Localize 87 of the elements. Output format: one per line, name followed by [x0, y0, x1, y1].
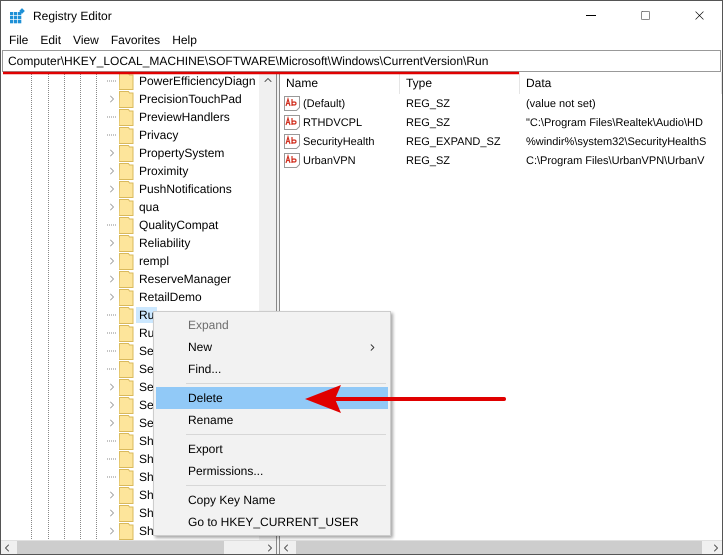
- tree-item[interactable]: PowerEfficiencyDiagn: [136, 73, 259, 89]
- menu-item[interactable]: Edit: [34, 33, 68, 47]
- tree-item[interactable]: Se: [136, 361, 157, 377]
- tree-item[interactable]: PushNotifications: [136, 181, 235, 197]
- value-data: %windir%\system32\SecurityHealthS: [525, 136, 708, 148]
- tree-item[interactable]: Reliability: [136, 235, 194, 251]
- string-value-icon: [284, 96, 300, 111]
- tree-item[interactable]: Se: [136, 415, 157, 431]
- tree-item[interactable]: Sh: [136, 487, 157, 503]
- tree-item[interactable]: Sh: [136, 451, 157, 467]
- folder-icon: [119, 288, 134, 306]
- horizontal-scrollbar[interactable]: [280, 540, 722, 554]
- value-data: (value not set): [525, 98, 597, 110]
- folder-icon: [119, 198, 134, 216]
- value-data: C:\Program Files\UrbanVPN\UrbanV: [525, 154, 706, 166]
- address-field[interactable]: Computer\HKEY_LOCAL_MACHINE\SOFTWARE\Microsoft\Windows\CurrentVersion\Run: [2, 50, 721, 72]
- tree-item[interactable]: PrecisionTouchPad: [136, 91, 245, 107]
- window-title: Registry Editor: [33, 8, 113, 22]
- column-header[interactable]: Type: [400, 72, 520, 94]
- tree-item[interactable]: Privacy: [136, 127, 182, 143]
- string-value-icon: [284, 153, 300, 168]
- folder-icon: [119, 234, 134, 252]
- folder-icon: [119, 360, 134, 378]
- menu-item[interactable]: Rename: [156, 409, 388, 431]
- tree-item[interactable]: Se: [136, 397, 157, 413]
- string-value-icon: [284, 134, 300, 149]
- folder-icon: [119, 396, 134, 414]
- menu-item[interactable]: Permissions...: [156, 460, 388, 482]
- tree-item[interactable]: PropertySystem: [136, 145, 228, 161]
- folder-icon: [119, 270, 134, 288]
- value-data: "C:\Program Files\Realtek\Audio\HD: [525, 116, 704, 128]
- folder-icon: [119, 504, 134, 522]
- tree-item[interactable]: Proximity: [136, 163, 192, 179]
- menu-item[interactable]: Favorites: [104, 33, 166, 47]
- registry-icon: [9, 8, 25, 24]
- horizontal-scrollbar[interactable]: [1, 540, 276, 554]
- tree-item[interactable]: Se: [136, 343, 157, 359]
- column-header[interactable]: Name: [280, 72, 400, 94]
- folder-icon: [119, 144, 134, 162]
- folder-icon: [119, 108, 134, 126]
- column-header[interactable]: Data: [520, 72, 722, 94]
- string-value-icon: [284, 115, 300, 130]
- tree-item[interactable]: QualityCompat: [136, 217, 222, 233]
- folder-icon: [119, 450, 134, 468]
- folder-icon: [119, 126, 134, 144]
- folder-icon: [119, 486, 134, 504]
- tree-item[interactable]: RetailDemo: [136, 289, 205, 305]
- maximize-icon: [640, 10, 650, 21]
- menu-item[interactable]: View: [67, 33, 105, 47]
- folder-icon: [119, 522, 134, 540]
- tree-item[interactable]: ReserveManager: [136, 271, 234, 287]
- menu-item[interactable]: Find...: [156, 358, 388, 380]
- tree-item[interactable]: PreviewHandlers: [136, 109, 233, 125]
- folder-icon: [119, 324, 134, 342]
- menu-item[interactable]: File: [3, 33, 34, 47]
- folder-icon: [119, 468, 134, 486]
- value-name: RTHDVCPL: [303, 116, 362, 128]
- folder-icon: [119, 306, 134, 324]
- menu-item[interactable]: Copy Key Name: [156, 489, 388, 511]
- tree-item[interactable]: Sh: [136, 469, 157, 485]
- menu-item[interactable]: New: [156, 336, 388, 358]
- folder-icon: [119, 180, 134, 198]
- tree-item[interactable]: qua: [136, 199, 162, 215]
- tree-item[interactable]: Sh: [136, 505, 157, 521]
- tree-item[interactable]: rempl: [136, 253, 172, 269]
- folder-icon: [119, 342, 134, 360]
- value-type: REG_SZ: [405, 154, 452, 166]
- value-name: UrbanVPN: [303, 154, 356, 166]
- menu-item[interactable]: Export: [156, 438, 388, 460]
- folder-icon: [119, 414, 134, 432]
- folder-icon: [119, 432, 134, 450]
- value-type: REG_SZ: [405, 116, 452, 128]
- value-type: REG_SZ: [405, 98, 452, 110]
- menu-item[interactable]: Go to HKEY_CURRENT_USER: [156, 511, 388, 533]
- folder-icon: [119, 252, 134, 270]
- menu-item[interactable]: Help: [166, 33, 203, 47]
- minimize-icon: [586, 15, 596, 16]
- folder-icon: [119, 216, 134, 234]
- value-name: SecurityHealth: [303, 136, 375, 148]
- folder-icon: [119, 378, 134, 396]
- value-name: (Default): [303, 98, 346, 110]
- tree-item[interactable]: Sh: [136, 523, 157, 539]
- folder-icon: [119, 162, 134, 180]
- folder-icon: [119, 90, 134, 108]
- tree-item[interactable]: Sh: [136, 433, 157, 449]
- tree-item[interactable]: Se: [136, 379, 157, 395]
- value-type: REG_EXPAND_SZ: [405, 136, 502, 148]
